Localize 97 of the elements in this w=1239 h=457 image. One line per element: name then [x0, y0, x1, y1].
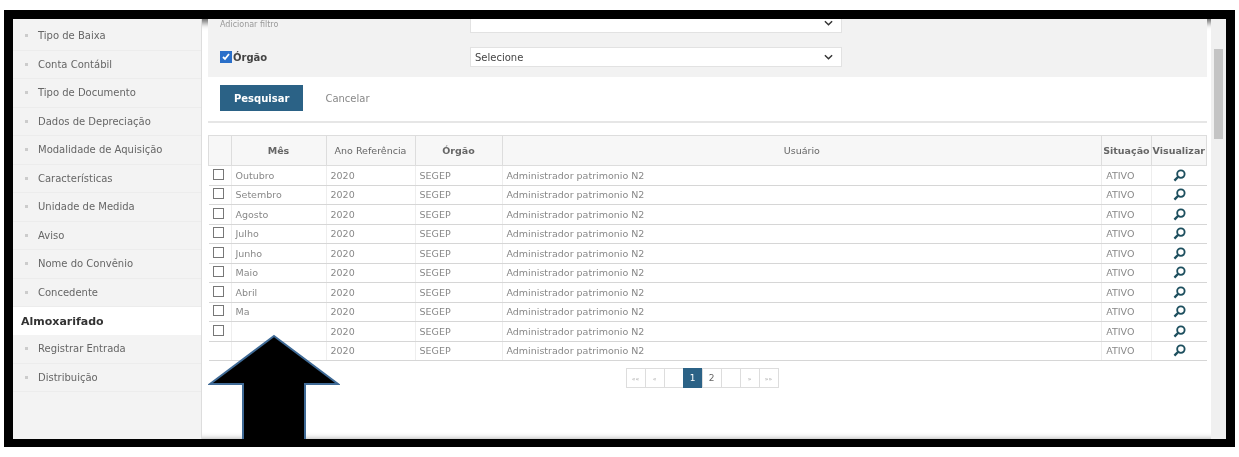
sidebar-item[interactable]: Tipo de Baixa — [13, 22, 201, 51]
search-icon[interactable] — [1172, 285, 1186, 299]
column-header: Órgão — [415, 135, 502, 166]
search-icon[interactable] — [1172, 266, 1186, 280]
table-cell: Administrador patrimonio N2 — [502, 243, 1102, 263]
table-cell: 2020 — [326, 204, 415, 224]
table-cell: 2020 — [326, 185, 415, 205]
checkbox[interactable] — [220, 51, 232, 63]
orgao-select[interactable]: Selecione — [470, 47, 842, 67]
table-cell: Administrador patrimonio N2 — [502, 302, 1102, 322]
column-header: Mês — [231, 135, 326, 166]
table-cell: 2020 — [326, 302, 415, 322]
sidebar-item[interactable]: Tipo de Documento — [13, 79, 201, 108]
filter-label: Adicionar filtro — [220, 20, 280, 29]
table-cell: Junho — [235, 247, 263, 259]
table-cell: ATIVO — [1101, 302, 1152, 322]
table-cell: Julho — [235, 228, 259, 240]
sidebar-item[interactable]: Características — [13, 164, 201, 193]
table-cell: Ma — [235, 306, 250, 318]
sidebar-item[interactable]: Unidade de Medida — [13, 193, 201, 222]
table-cell: Administrador patrimonio N2 — [502, 263, 1102, 283]
table-cell: SEGEP — [415, 302, 502, 322]
row-checkbox[interactable] — [212, 324, 224, 336]
row-checkbox[interactable] — [212, 188, 224, 200]
table-cell: ATIVO — [1101, 321, 1152, 341]
table-cell: ATIVO — [1101, 204, 1152, 224]
table-cell: SEGEP — [415, 263, 502, 283]
table-cell: Administrador patrimonio N2 — [502, 321, 1102, 341]
table-cell: Administrador patrimonio N2 — [502, 282, 1102, 302]
row-checkbox[interactable] — [212, 246, 224, 258]
table-cell: 2020 — [326, 282, 415, 302]
row-checkbox[interactable] — [212, 305, 224, 317]
table-cell: SEGEP — [415, 282, 502, 302]
table-cell: SEGEP — [415, 204, 502, 224]
sidebar-item[interactable]: Modalidade de Aquisição — [13, 136, 201, 165]
search-button[interactable]: Pesquisar — [220, 85, 304, 111]
chevron-icon — [824, 54, 833, 60]
sidebar-item[interactable]: Registrar Entrada — [13, 335, 201, 364]
page-button[interactable] — [663, 368, 684, 388]
column-header: Ano Referência — [326, 135, 415, 166]
sidebar-item[interactable]: Conta Contábil — [13, 50, 201, 79]
table-cell: 2020 — [326, 263, 415, 283]
table-cell: Maio — [235, 267, 258, 279]
row-checkbox[interactable] — [212, 168, 224, 180]
table-cell: 2020 — [326, 165, 415, 185]
table-cell: ATIVO — [1101, 185, 1152, 205]
table-cell: ATIVO — [1101, 282, 1152, 302]
table-cell: 2020 — [326, 321, 415, 341]
cancel-button[interactable]: Cancelar — [325, 92, 370, 104]
table-cell: 2020 — [326, 341, 415, 361]
table-cell: SEGEP — [415, 341, 502, 361]
table-cell: Setembro — [235, 189, 282, 201]
search-icon[interactable] — [1172, 168, 1186, 182]
table-cell: SEGEP — [415, 224, 502, 244]
search-icon[interactable] — [1172, 188, 1186, 202]
sidebar-heading[interactable]: Almoxarifado — [13, 307, 201, 335]
row-checkbox[interactable] — [212, 285, 224, 297]
search-icon[interactable] — [1172, 207, 1186, 221]
filter-label: Órgão — [233, 51, 268, 63]
table-cell: Administrador patrimonio N2 — [502, 224, 1102, 244]
column-header: Situação — [1101, 135, 1152, 166]
chevron-icon — [824, 20, 833, 26]
table-cell: Outubro — [235, 169, 275, 181]
table-cell: ATIVO — [1101, 341, 1152, 361]
search-icon[interactable] — [1172, 344, 1186, 358]
page-button[interactable]: 2 — [701, 368, 722, 388]
table-cell: 2020 — [326, 224, 415, 244]
table-cell: ATIVO — [1101, 165, 1152, 185]
search-icon[interactable] — [1172, 246, 1186, 260]
table-cell: Administrador patrimonio N2 — [502, 165, 1102, 185]
scrollbar[interactable] — [1211, 19, 1226, 439]
column-header: Visualizar — [1151, 135, 1207, 166]
search-icon[interactable] — [1172, 324, 1186, 338]
row-checkbox[interactable] — [212, 266, 224, 278]
table-cell: SEGEP — [415, 243, 502, 263]
table-cell: Administrador patrimonio N2 — [502, 204, 1102, 224]
sidebar-item[interactable]: Aviso — [13, 221, 201, 250]
column-header: Usuário — [502, 135, 1102, 166]
table-cell: Administrador patrimonio N2 — [502, 341, 1102, 361]
table-cell: Abril — [235, 286, 258, 298]
table-cell: Administrador patrimonio N2 — [502, 185, 1102, 205]
search-icon[interactable] — [1172, 227, 1186, 241]
table-cell: ATIVO — [1101, 224, 1152, 244]
table-cell: SEGEP — [415, 321, 502, 341]
table-cell: SEGEP — [415, 185, 502, 205]
table-cell: SEGEP — [415, 165, 502, 185]
sidebar-item[interactable]: Nome do Convênio — [13, 250, 201, 279]
table-cell: ATIVO — [1101, 243, 1152, 263]
table-cell: 2020 — [326, 243, 415, 263]
row-checkbox[interactable] — [212, 207, 224, 219]
table-cell: ATIVO — [1101, 263, 1152, 283]
table-cell: Agosto — [235, 208, 269, 220]
row-checkbox[interactable] — [212, 227, 224, 239]
sidebar-item[interactable]: Dados de Depreciação — [13, 107, 201, 136]
sidebar-item[interactable]: Distribuição — [13, 363, 201, 392]
page-button[interactable]: 1 — [682, 368, 703, 388]
search-icon[interactable] — [1172, 305, 1186, 319]
